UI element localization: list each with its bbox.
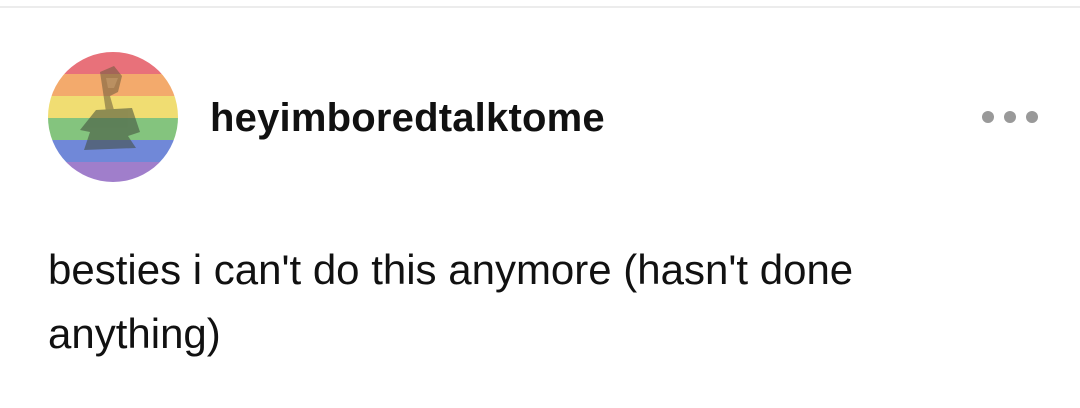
more-options-button[interactable] xyxy=(982,104,1038,130)
rainbow-flag-avatar-icon xyxy=(48,52,178,182)
more-dot-icon xyxy=(1004,111,1016,123)
post-header: heyimboredtalktome xyxy=(48,52,1038,184)
more-dot-icon xyxy=(1026,111,1038,123)
more-dot-icon xyxy=(982,111,994,123)
username-link[interactable]: heyimboredtalktome xyxy=(210,94,605,142)
avatar[interactable] xyxy=(48,52,178,182)
post-text: besties i can't do this anymore (hasn't … xyxy=(48,246,854,357)
top-divider xyxy=(0,6,1080,8)
